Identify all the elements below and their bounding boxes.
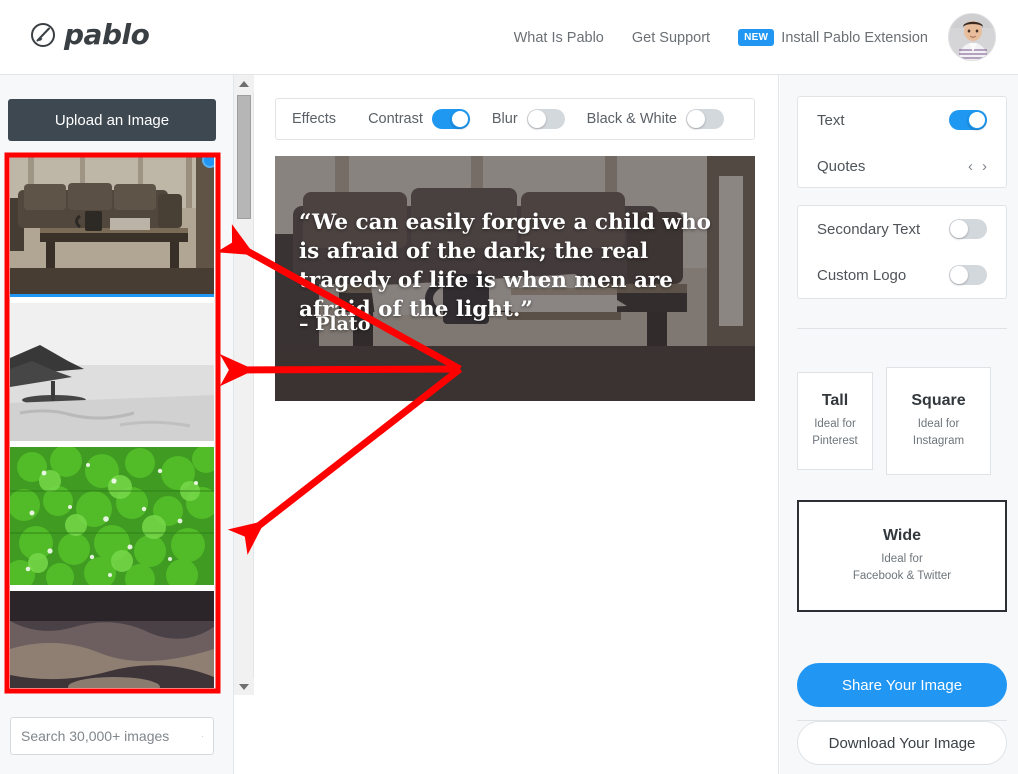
size-option-tall[interactable]: Tall Ideal for Pinterest [797,372,873,470]
setting-text-toggle[interactable] [949,110,987,130]
thumbnail-storm-clouds-image [10,591,214,688]
download-your-image-button[interactable]: Download Your Image [797,721,1007,765]
image-library-panel: Upload an Image [0,75,234,774]
install-extension-label: Install Pablo Extension [781,29,928,46]
effects-title: Effects [292,111,337,127]
search-input[interactable] [21,728,202,744]
quotes-stepper[interactable]: ‹ › [968,159,987,174]
header-nav: What Is Pablo Get Support NEW Install Pa… [514,0,928,75]
scrollbar-thumb[interactable] [237,95,251,219]
setting-row-quotes[interactable]: Quotes ‹ › [798,143,1006,189]
app-header: pablo What Is Pablo Get Support NEW Inst… [0,0,1018,75]
size-option-square-sub1: Ideal for [917,418,960,431]
size-option-tall-title: Tall [821,392,849,410]
thumbnail-gallery[interactable] [10,156,214,688]
pablo-app: pablo What Is Pablo Get Support NEW Inst… [0,0,1018,774]
nav-get-support[interactable]: Get Support [632,30,710,46]
search-icon[interactable] [202,728,203,745]
size-option-square-sub2: Instagram [912,435,965,447]
effect-contrast-label: Contrast [368,111,423,127]
scroll-up-arrow-icon[interactable] [234,75,254,92]
chevron-left-icon[interactable]: ‹ [968,159,973,174]
effect-black-and-white-toggle[interactable] [685,109,724,129]
effect-black-and-white-label: Black & White [586,111,677,127]
thumbnail-beach-surfer-image [10,303,214,441]
size-option-tall-sub2: Pinterest [812,435,858,447]
nav-install-extension[interactable]: NEW Install Pablo Extension [738,29,928,46]
thumbnail-storm-clouds[interactable] [10,591,214,688]
scroll-down-arrow-icon[interactable] [234,678,254,695]
thumbnail-living-room[interactable] [10,156,214,297]
search-box[interactable] [10,717,214,755]
setting-row-custom-logo[interactable]: Custom Logo [798,252,1006,298]
thumbnail-living-room-image [10,156,214,297]
quote-author: – Plato [299,313,371,335]
settings-panel: Text Quotes ‹ › Secondary Text Custom Lo… [780,75,1018,774]
effect-contrast-toggle[interactable] [431,109,470,129]
nav-what-is-pablo[interactable]: What Is Pablo [514,30,604,46]
size-option-wide-sub1: Ideal for [881,553,923,566]
size-option-square[interactable]: Square Ideal for Instagram [886,367,991,475]
new-badge: NEW [738,29,775,46]
gallery-scrollbar[interactable] [234,75,254,695]
thumbnail-green-clover-image [10,447,214,585]
size-option-wide-title: Wide [882,527,922,545]
avatar[interactable] [948,13,996,61]
thumbnail-green-clover[interactable] [10,447,214,585]
thumbnail-beach-surfer[interactable] [10,303,214,441]
quote-text: “We can easily forgive a child who is af… [299,210,711,323]
setting-custom-logo-label: Custom Logo [817,266,907,284]
share-your-image-button[interactable]: Share Your Image [797,663,1007,707]
logo[interactable]: pablo [30,18,150,51]
user-avatar-image [949,14,995,60]
effect-contrast[interactable]: Contrast [368,109,470,129]
setting-row-secondary-text[interactable]: Secondary Text [798,206,1006,252]
chevron-right-icon[interactable]: › [982,159,987,174]
size-option-wide[interactable]: Wide Ideal for Facebook & Twitter [797,500,1007,612]
setting-custom-logo-toggle[interactable] [949,265,987,285]
setting-secondary-text-toggle[interactable] [949,219,987,239]
effect-blur-toggle[interactable] [526,109,565,129]
setting-row-text[interactable]: Text [798,97,1006,143]
upload-image-button[interactable]: Upload an Image [8,99,216,141]
setting-quotes-label: Quotes [817,157,866,175]
pablo-circle-brush-icon [31,22,55,47]
effect-blur-label: Blur [491,111,518,127]
setting-secondary-text-label: Secondary Text [817,220,921,238]
effect-blur[interactable]: Blur [492,109,565,129]
effect-black-and-white[interactable]: Black & White [587,109,724,129]
size-option-wide-sub2: Facebook & Twitter [852,570,952,582]
size-option-tall-sub1: Ideal for [814,418,856,431]
size-option-square-title: Square [911,392,966,410]
logo-text: pablo [64,18,150,51]
setting-text-label: Text [817,111,845,129]
effects-toolbar: Effects Contrast Blur Black & White [275,98,755,140]
divider-top [797,328,1007,329]
image-preview[interactable]: “We can easily forgive a child who is af… [275,156,755,401]
editor-canvas-area: Effects Contrast Blur Black & White “We … [255,75,779,774]
text-settings-card: Text Quotes ‹ › [797,96,1007,188]
extras-settings-card: Secondary Text Custom Logo [797,205,1007,299]
